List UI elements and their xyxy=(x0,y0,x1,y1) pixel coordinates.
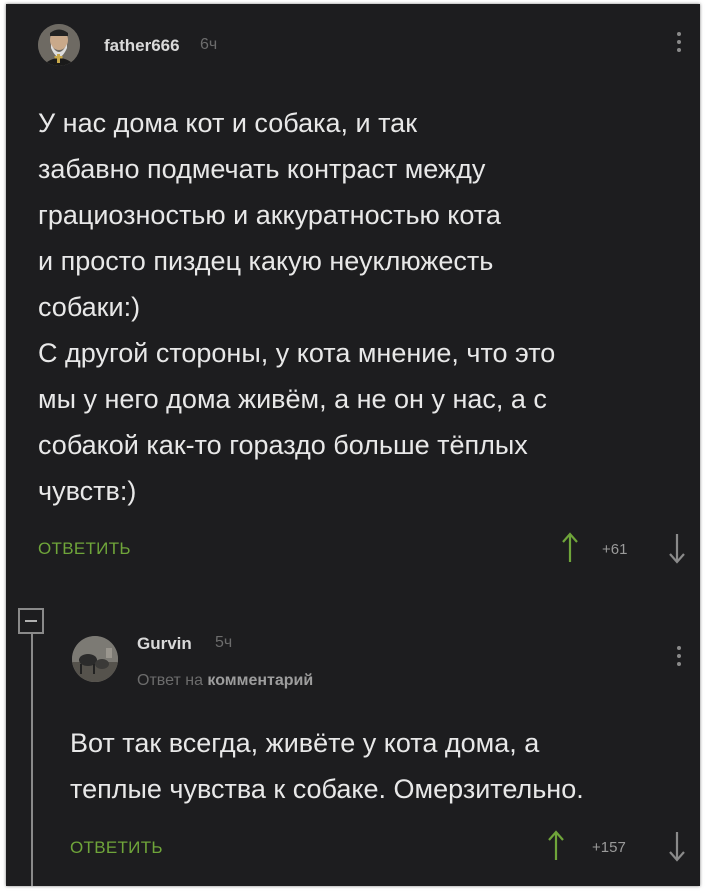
reply-rating: +157 xyxy=(592,839,626,856)
avatar[interactable] xyxy=(72,636,118,682)
thread-line xyxy=(31,634,33,886)
more-menu-icon[interactable] xyxy=(676,646,682,666)
reply-username[interactable]: Gurvin xyxy=(137,634,192,654)
more-menu-icon[interactable] xyxy=(676,32,682,52)
comment-username[interactable]: father666 xyxy=(104,36,180,56)
arrow-up-icon[interactable] xyxy=(561,532,579,564)
reply-to-prefix: Ответ на xyxy=(137,672,203,689)
reply-body: Вот так всегда, живёте у кота дома, а те… xyxy=(70,720,690,812)
comment-line: мы у него дома живём, а не он у нас, а с xyxy=(38,384,547,414)
comment-line: собаки:) xyxy=(38,292,141,322)
comment-rating: +61 xyxy=(602,541,628,558)
reply-button[interactable]: ОТВЕТИТЬ xyxy=(70,838,163,858)
reply-line: Вот так всегда, живёте у кота дома, а xyxy=(70,728,540,758)
reply-button[interactable]: ОТВЕТИТЬ xyxy=(38,539,131,559)
reply-line: теплые чувства к собаке. Омерзительно. xyxy=(70,774,584,804)
arrow-up-icon[interactable] xyxy=(547,830,565,862)
comment-body: У нас дома кот и собака, и так забавно п… xyxy=(38,100,688,514)
avatar-photo-icon xyxy=(72,636,118,682)
arrow-down-icon[interactable] xyxy=(668,532,686,564)
avatar[interactable] xyxy=(38,24,80,66)
comments-thread: father666 6ч У нас дома кот и собака, и … xyxy=(6,4,700,886)
reply-to-line: Ответ на комментарий xyxy=(137,672,313,690)
comment-line: забавно подмечать контраст между xyxy=(38,154,486,184)
comment-line: и просто пиздец какую неуклюжесть xyxy=(38,246,494,276)
comment-line: собакой как-то гораздо больше тёплых xyxy=(38,430,528,460)
comment-line: чувств:) xyxy=(38,476,137,506)
comment-line: У нас дома кот и собака, и так xyxy=(38,108,418,138)
comment-line: грациозностью и аккуратностью кота xyxy=(38,200,501,230)
arrow-down-icon[interactable] xyxy=(668,830,686,862)
reply-time: 5ч xyxy=(215,634,233,651)
avatar-priest-icon xyxy=(38,24,80,66)
comment-line: С другой стороны, у кота мнение, что это xyxy=(38,338,556,368)
collapse-minus-icon[interactable] xyxy=(18,608,44,634)
comment-time: 6ч xyxy=(200,36,218,53)
reply-to-link[interactable]: комментарий xyxy=(207,672,313,689)
